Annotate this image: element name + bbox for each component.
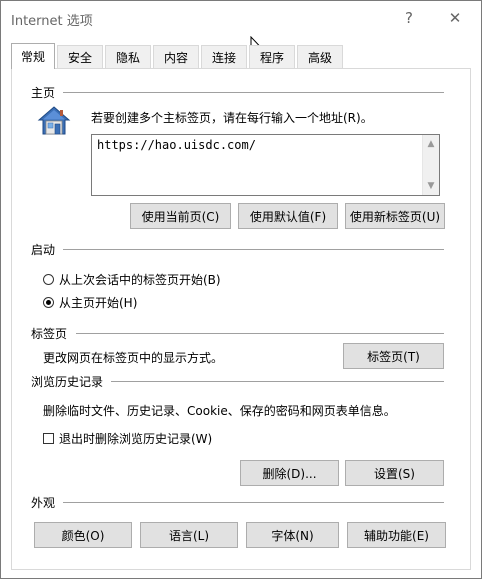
history-description: 删除临时文件、历史记录、Cookie、保存的密码和网页表单信息。 xyxy=(43,404,396,418)
title-bar: Internet 选项 ? ✕ xyxy=(1,1,481,35)
help-icon: ? xyxy=(405,9,413,27)
history-section-header: 浏览历史记录 xyxy=(31,375,104,389)
history-section-divider xyxy=(111,381,444,382)
tab-security[interactable]: 安全 xyxy=(57,45,103,68)
close-button[interactable]: ✕ xyxy=(435,5,475,31)
home-page-url-value: https://hao.uisdc.com/ xyxy=(97,138,256,152)
tab-advanced[interactable]: 高级 xyxy=(297,45,343,68)
scroll-up-icon[interactable]: ▲ xyxy=(426,139,436,149)
delete-on-exit-label[interactable]: 退出时删除浏览历史记录(W) xyxy=(59,430,212,447)
tab-connections[interactable]: 连接 xyxy=(201,45,247,68)
tabs-description: 更改网页在标签页中的显示方式。 xyxy=(43,351,224,365)
tabs-section-divider xyxy=(76,333,444,334)
use-default-button[interactable]: 使用默认值(F) xyxy=(238,203,338,229)
internet-options-dialog: Internet 选项 ? ✕ 常规 安全 隐私 内容 连接 程序 高级 主页 … xyxy=(0,0,482,579)
home-section-header: 主页 xyxy=(31,86,56,100)
scroll-down-icon[interactable]: ▼ xyxy=(426,181,436,191)
use-current-button[interactable]: 使用当前页(C) xyxy=(130,203,231,229)
tab-privacy[interactable]: 隐私 xyxy=(105,45,151,68)
startup-home-label[interactable]: 从主页开始(H) xyxy=(59,294,137,311)
colors-button[interactable]: 颜色(O) xyxy=(34,522,132,548)
tab-content[interactable]: 内容 xyxy=(153,45,199,68)
delete-on-exit-checkbox[interactable] xyxy=(43,433,54,444)
startup-section-divider xyxy=(63,249,444,250)
help-button[interactable]: ? xyxy=(389,5,429,31)
history-settings-button[interactable]: 设置(S) xyxy=(345,460,444,486)
startup-last-session-radio[interactable] xyxy=(43,274,54,285)
accessibility-button[interactable]: 辅助功能(E) xyxy=(347,522,446,548)
tab-general[interactable]: 常规 xyxy=(11,43,55,69)
url-scrollbar[interactable]: ▲ ▼ xyxy=(422,135,439,195)
startup-last-session-label[interactable]: 从上次会话中的标签页开始(B) xyxy=(59,271,221,288)
tabs-section-header: 标签页 xyxy=(31,327,68,341)
home-icon xyxy=(37,106,71,135)
delete-history-button[interactable]: 删除(D)... xyxy=(240,460,339,486)
home-instruction: 若要创建多个主标签页，请在每行输入一个地址(R)。 xyxy=(91,111,373,125)
languages-button[interactable]: 语言(L) xyxy=(140,522,238,548)
appearance-section-divider xyxy=(63,502,444,503)
window-title: Internet 选项 xyxy=(11,14,93,29)
home-section-divider xyxy=(63,92,444,93)
startup-section-header: 启动 xyxy=(31,243,56,257)
fonts-button[interactable]: 字体(N) xyxy=(246,522,339,548)
home-page-url-input[interactable]: https://hao.uisdc.com/ ▲ ▼ xyxy=(91,134,440,196)
startup-home-radio[interactable] xyxy=(43,297,54,308)
radio-selected-dot xyxy=(46,300,51,305)
use-new-tab-button[interactable]: 使用新标签页(U) xyxy=(345,203,445,229)
tabs-button[interactable]: 标签页(T) xyxy=(343,343,444,369)
appearance-section-header: 外观 xyxy=(31,496,56,510)
tab-programs[interactable]: 程序 xyxy=(249,45,295,68)
close-icon: ✕ xyxy=(448,9,462,27)
